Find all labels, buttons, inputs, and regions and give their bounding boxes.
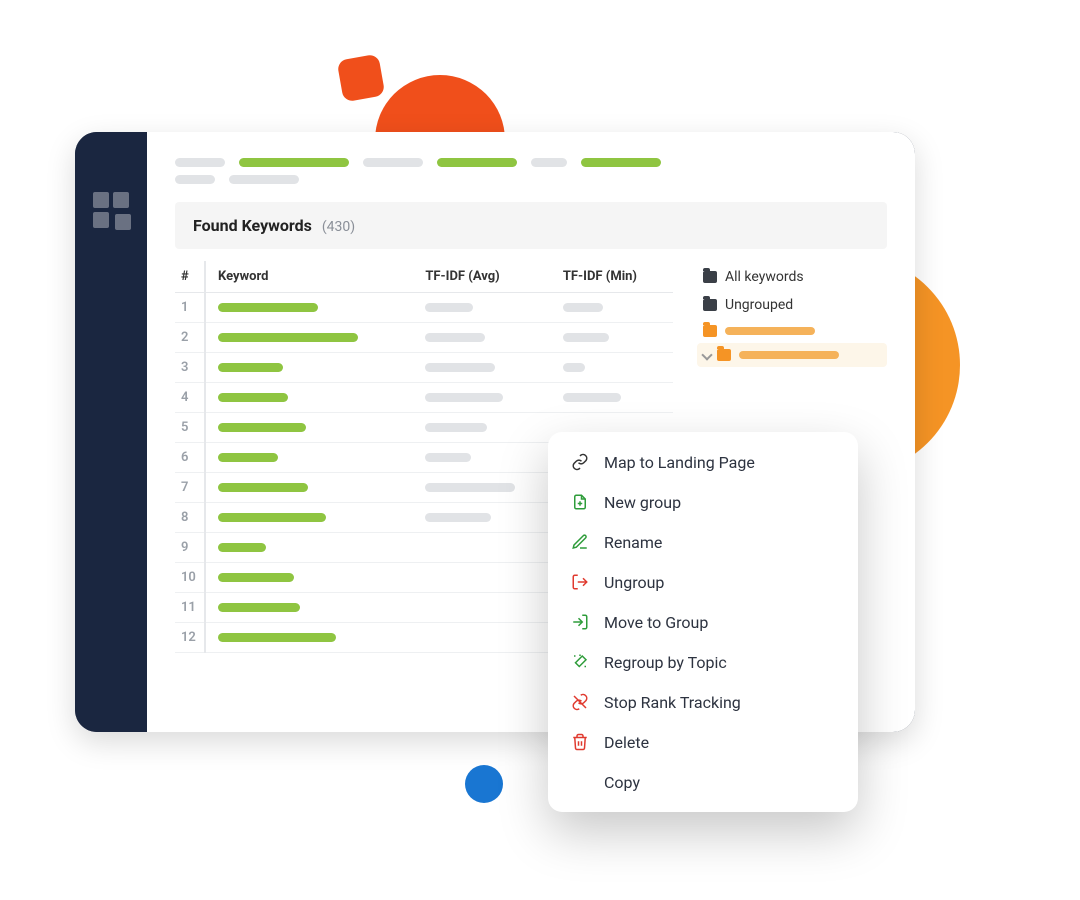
group-label-skeleton	[739, 351, 839, 359]
group-item[interactable]	[697, 319, 887, 343]
magic-icon	[570, 652, 590, 672]
section-header: Found Keywords (430)	[175, 202, 887, 249]
row-number: 6	[175, 443, 205, 473]
menu-label: Stop Rank Tracking	[604, 693, 741, 712]
table-row[interactable]: 4	[175, 383, 673, 413]
table-row[interactable]: 1	[175, 293, 673, 323]
menu-delete[interactable]: Delete	[548, 722, 858, 762]
cell-avg	[419, 563, 557, 593]
cell-avg	[419, 353, 557, 383]
decoration-circle	[465, 765, 503, 803]
menu-copy[interactable]: Copy	[548, 762, 858, 802]
cell-avg	[419, 623, 557, 653]
cell-keyword	[205, 413, 419, 443]
folder-icon	[703, 271, 717, 283]
table-row[interactable]: 2	[175, 323, 673, 353]
cell-avg	[419, 443, 557, 473]
table-row[interactable]: 3	[175, 353, 673, 383]
cell-min	[557, 323, 673, 353]
blank-icon	[570, 772, 590, 792]
folder-icon	[703, 299, 717, 311]
cell-avg	[419, 413, 557, 443]
col-tfidf-min[interactable]: TF-IDF (Min)	[557, 261, 673, 293]
menu-label: Delete	[604, 733, 649, 752]
decoration-square	[337, 54, 386, 103]
menu-label: Map to Landing Page	[604, 453, 755, 472]
cell-keyword	[205, 473, 419, 503]
chevron-down-icon	[701, 349, 712, 360]
cell-avg	[419, 293, 557, 323]
cell-avg	[419, 593, 557, 623]
section-title: Found Keywords	[193, 216, 312, 235]
unlink-icon	[570, 692, 590, 712]
context-menu: Map to Landing Page New group Rename Ung…	[548, 432, 858, 812]
group-label: Ungrouped	[725, 297, 793, 313]
cell-keyword	[205, 443, 419, 473]
enter-icon	[570, 612, 590, 632]
row-number: 2	[175, 323, 205, 353]
cell-keyword	[205, 593, 419, 623]
cell-avg	[419, 323, 557, 353]
row-number: 9	[175, 533, 205, 563]
row-number: 8	[175, 503, 205, 533]
menu-move-group[interactable]: Move to Group	[548, 602, 858, 642]
row-number: 7	[175, 473, 205, 503]
group-item-selected[interactable]	[697, 343, 887, 367]
col-number[interactable]: #	[175, 261, 205, 293]
group-label-skeleton	[725, 327, 815, 335]
new-file-icon	[570, 492, 590, 512]
exit-icon	[570, 572, 590, 592]
breadcrumb-skeleton	[175, 158, 887, 167]
col-keyword[interactable]: Keyword	[205, 261, 419, 293]
menu-label: Move to Group	[604, 613, 708, 632]
cell-keyword	[205, 563, 419, 593]
cell-keyword	[205, 323, 419, 353]
row-number: 3	[175, 353, 205, 383]
cell-avg	[419, 383, 557, 413]
folder-icon	[703, 325, 717, 337]
row-number: 12	[175, 623, 205, 653]
cell-min	[557, 383, 673, 413]
row-number: 10	[175, 563, 205, 593]
sidebar	[75, 132, 147, 732]
group-ungrouped[interactable]: Ungrouped	[697, 291, 887, 319]
breadcrumb-skeleton	[175, 175, 887, 184]
cell-keyword	[205, 383, 419, 413]
menu-label: Copy	[604, 773, 640, 792]
menu-label: Regroup by Topic	[604, 653, 727, 672]
row-number: 1	[175, 293, 205, 323]
trash-icon	[570, 732, 590, 752]
menu-stop-tracking[interactable]: Stop Rank Tracking	[548, 682, 858, 722]
row-number: 5	[175, 413, 205, 443]
cell-keyword	[205, 623, 419, 653]
col-tfidf-avg[interactable]: TF-IDF (Avg)	[419, 261, 557, 293]
row-number: 4	[175, 383, 205, 413]
menu-label: Ungroup	[604, 573, 664, 592]
cell-keyword	[205, 533, 419, 563]
menu-regroup-topic[interactable]: Regroup by Topic	[548, 642, 858, 682]
menu-label: Rename	[604, 533, 662, 552]
cell-keyword	[205, 353, 419, 383]
folder-icon	[717, 349, 731, 361]
app-logo-icon[interactable]	[93, 192, 129, 228]
menu-map-landing[interactable]: Map to Landing Page	[548, 442, 858, 482]
menu-new-group[interactable]: New group	[548, 482, 858, 522]
cell-keyword	[205, 503, 419, 533]
menu-rename[interactable]: Rename	[548, 522, 858, 562]
cell-avg	[419, 503, 557, 533]
section-count: (430)	[322, 219, 355, 235]
cell-min	[557, 353, 673, 383]
row-number: 11	[175, 593, 205, 623]
group-label: All keywords	[725, 269, 804, 285]
cell-min	[557, 293, 673, 323]
cell-avg	[419, 473, 557, 503]
edit-icon	[570, 532, 590, 552]
group-all-keywords[interactable]: All keywords	[697, 263, 887, 291]
cell-keyword	[205, 293, 419, 323]
menu-label: New group	[604, 493, 681, 512]
menu-ungroup[interactable]: Ungroup	[548, 562, 858, 602]
link-icon	[570, 452, 590, 472]
cell-avg	[419, 533, 557, 563]
